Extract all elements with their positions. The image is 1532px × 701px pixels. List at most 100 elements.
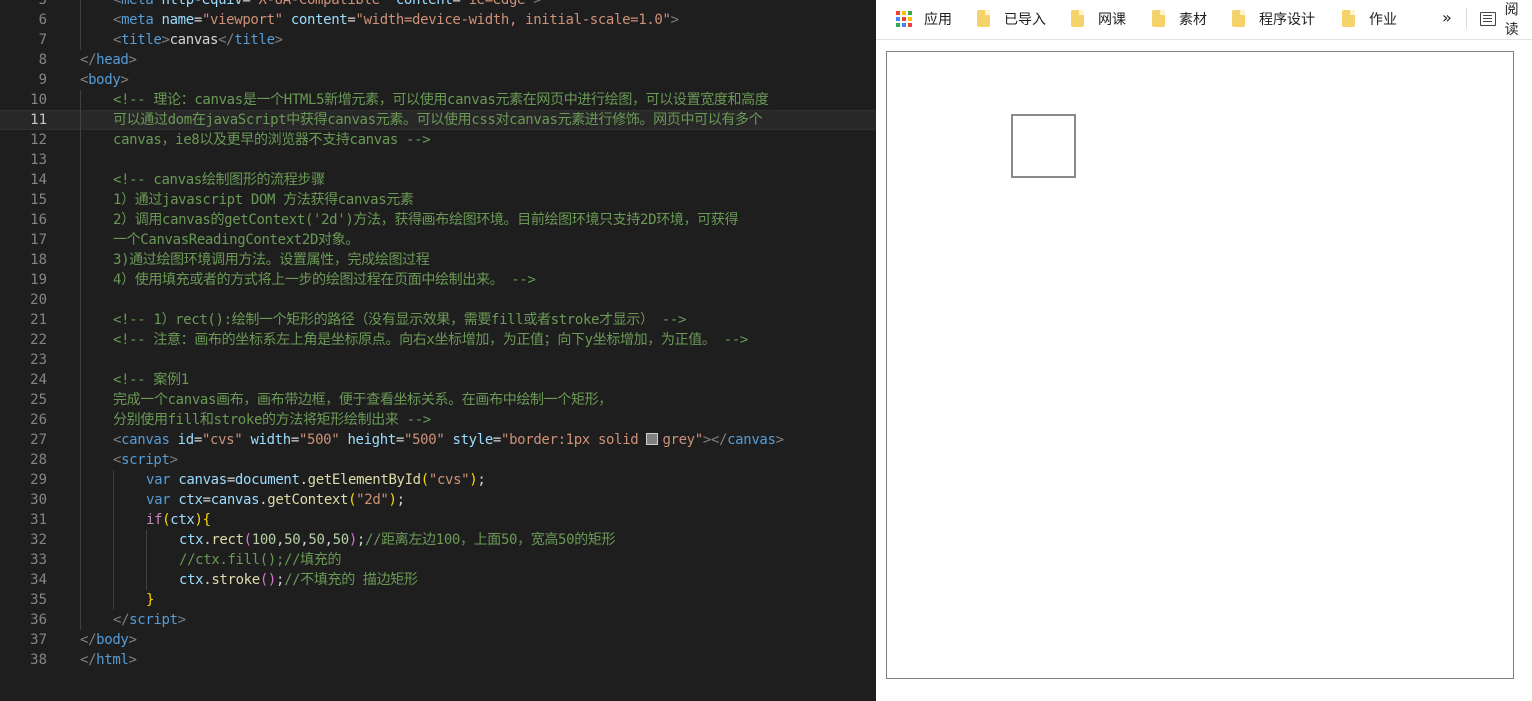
code-line[interactable]: 35} <box>0 590 876 610</box>
bookmark-folder-homework[interactable]: 作业 <box>1342 0 1397 37</box>
bookmark-folder-programming[interactable]: 程序设计 <box>1232 0 1315 37</box>
bookmark-folder-label: 程序设计 <box>1259 11 1315 28</box>
code-line[interactable]: 38 </html> <box>0 650 876 670</box>
code-line[interactable]: 19 4）使用填充或者的方式将上一步的绘图过程在页面中绘制出来。 --> <box>0 270 876 290</box>
code-token: if <box>146 512 163 528</box>
code-line[interactable]: 30 var ctx=canvas.getContext("2d"); <box>0 490 876 510</box>
code-line[interactable]: 9 <body> <box>0 70 876 90</box>
code-text: 一个CanvasReadingContext2D对象。 <box>113 230 359 250</box>
code-line[interactable]: 33 //ctx.fill();//填充的 <box>0 550 876 570</box>
code-token: "cvs" <box>201 432 243 448</box>
code-text: <!-- 理论：canvas是一个HTML5新增元素，可以使用canvas元素在… <box>113 90 769 110</box>
code-token: var <box>146 492 171 508</box>
bookmark-apps-label: 应用 <box>924 11 952 28</box>
code-line[interactable]: 14 <!-- canvas绘制图形的流程步骤 <box>0 170 876 190</box>
code-token: </ <box>80 52 97 68</box>
more-bookmarks-chevron-icon[interactable]: » <box>1442 0 1452 37</box>
code-token: stroke <box>211 572 260 588</box>
code-token: title <box>234 32 275 48</box>
code-token: 可以通过dom在javaScript中获得canvas元素。可以使用css对ca… <box>113 112 763 128</box>
code-token: script <box>129 612 178 628</box>
code-line[interactable]: 17 一个CanvasReadingContext2D对象。 <box>0 230 876 250</box>
code-line[interactable]: 22 <!-- 注意：画布的坐标系左上角是坐标原点。向右x坐标增加，为正值；向下y… <box>0 330 876 350</box>
code-line[interactable]: 8 </head> <box>0 50 876 70</box>
code-line[interactable]: 5 <meta http-equiv = "X-UA-Compatible" cont… <box>0 0 876 10</box>
indent-guide <box>80 150 81 170</box>
code-line[interactable]: 26 分别使用fill和stroke的方法将矩形绘制出来 --> <box>0 410 876 430</box>
indent-guide <box>80 250 81 270</box>
code-line[interactable]: 11 可以通过dom在javaScript中获得canvas元素。可以使用css对… <box>0 110 876 130</box>
code-token: ( <box>420 472 429 488</box>
line-number: 22 <box>30 332 47 348</box>
indent-guide <box>80 510 81 530</box>
code-text: 可以通过dom在javaScript中获得canvas元素。可以使用css对ca… <box>113 110 763 130</box>
code-line[interactable]: 20 <box>0 290 876 310</box>
indent-guide <box>113 570 114 590</box>
indent-guide <box>80 450 81 470</box>
code-token: meta <box>121 12 154 28</box>
code-line[interactable]: 28 <script> <box>0 450 876 470</box>
code-line[interactable]: 34 ctx.stroke();//不填充的 描边矩形 <box>0 570 876 590</box>
code-line[interactable]: 12 canvas，ie8以及更早的浏览器不支持canvas --> <box>0 130 876 150</box>
code-line[interactable]: 36 </script> <box>0 610 876 630</box>
code-text: ctx.stroke();//不填充的 描边矩形 <box>179 570 418 590</box>
code-token: canvas <box>727 432 776 448</box>
code-text: </body> <box>80 630 137 650</box>
code-text: <body> <box>80 70 129 90</box>
code-line[interactable]: 13 <box>0 150 876 170</box>
code-line[interactable]: 18 3)通过绘图环境调用方法。设置属性，完成绘图过程 <box>0 250 876 270</box>
code-token: </ <box>80 632 97 648</box>
code-line[interactable]: 32 ctx.rect(100,50,50,50);//距离左边100，上面50，… <box>0 530 876 550</box>
code-line[interactable]: 27 <canvas id="cvs" width="500" height="5… <box>0 430 876 450</box>
bookmark-folder-label: 素材 <box>1179 11 1207 28</box>
indent-guide <box>113 510 114 530</box>
folder-icon <box>1232 10 1245 27</box>
code-text: var canvas=document.getElementById("cvs"… <box>146 470 486 490</box>
code-token: document <box>234 472 300 488</box>
color-swatch-icon[interactable] <box>646 433 659 445</box>
code-token: getElementById <box>307 472 421 488</box>
code-text: 4）使用填充或者的方式将上一步的绘图过程在页面中绘制出来。 --> <box>113 270 536 290</box>
code-token: = <box>395 432 405 448</box>
code-line[interactable]: 29 var canvas=document.getElementById("cv… <box>0 470 876 490</box>
code-line[interactable]: 25 完成一个canvas画布，画布带边框，便于查看坐标关系。在画布中绘制一个矩形… <box>0 390 876 410</box>
code-token: <!-- 1）rect():绘制一个矩形的路径（没有显示效果，需要fill或者s… <box>113 312 687 328</box>
code-line[interactable]: 23 <box>0 350 876 370</box>
code-line[interactable]: 24 <!-- 案例1 <box>0 370 876 390</box>
indent-guide <box>113 530 114 550</box>
code-token: ctx <box>170 512 195 528</box>
code-line[interactable]: 7 <title>canvas</title> <box>0 30 876 50</box>
code-line[interactable]: 6 <meta name="viewport" content="width=de… <box>0 10 876 30</box>
apps-grid-dot <box>908 22 912 27</box>
code-token: , <box>324 532 333 548</box>
code-token: </ <box>113 612 130 628</box>
indent-guide <box>80 30 81 50</box>
bookmark-apps[interactable]: 应用 <box>896 0 952 37</box>
code-line[interactable]: 10 <!-- 理论：canvas是一个HTML5新增元素，可以使用canvas元… <box>0 90 876 110</box>
code-line[interactable]: 31 if(ctx){ <box>0 510 876 530</box>
code-token: < <box>113 32 122 48</box>
reading-list-button[interactable]: 阅读 <box>1480 0 1532 38</box>
code-token: http-equiv <box>161 0 243 8</box>
code-token: > <box>169 452 178 468</box>
reading-list-label: 阅读 <box>1504 1 1519 38</box>
code-line[interactable]: 37 </body> <box>0 630 876 650</box>
code-line[interactable]: 15 1）通过javascript DOM 方法获得canvas元素 <box>0 190 876 210</box>
code-token: = <box>193 12 202 28</box>
apps-grid-dot <box>896 22 900 27</box>
code-token: "viewport" <box>201 12 283 28</box>
bookmark-folder-materials[interactable]: 素材 <box>1152 0 1207 37</box>
code-line[interactable]: 21 <!-- 1）rect():绘制一个矩形的路径（没有显示效果，需要fill或… <box>0 310 876 330</box>
code-token: <!-- 理论：canvas是一个HTML5新增元素，可以使用canvas元素在… <box>113 92 769 108</box>
code-line[interactable]: 16 2）调用canvas的getContext('2d')方法，获得画布绘图环境… <box>0 210 876 230</box>
line-number: 25 <box>30 392 47 408</box>
code-text: </script> <box>113 610 186 630</box>
apps-grid-dot <box>908 16 912 21</box>
bookmark-folder-online-course[interactable]: 网课 <box>1071 0 1126 37</box>
code-text: <canvas id="cvs" width="500" height="500… <box>113 430 784 450</box>
code-lines: 5 <meta http-equiv="X-UA-Compatible" cont… <box>0 0 876 670</box>
code-editor[interactable]: 5 <meta http-equiv="X-UA-Compatible" cont… <box>0 0 876 701</box>
code-token: 4）使用填充或者的方式将上一步的绘图过程在页面中绘制出来。 --> <box>113 272 536 288</box>
code-text: </html> <box>80 650 137 670</box>
bookmark-folder-imported[interactable]: 已导入 <box>977 0 1046 37</box>
